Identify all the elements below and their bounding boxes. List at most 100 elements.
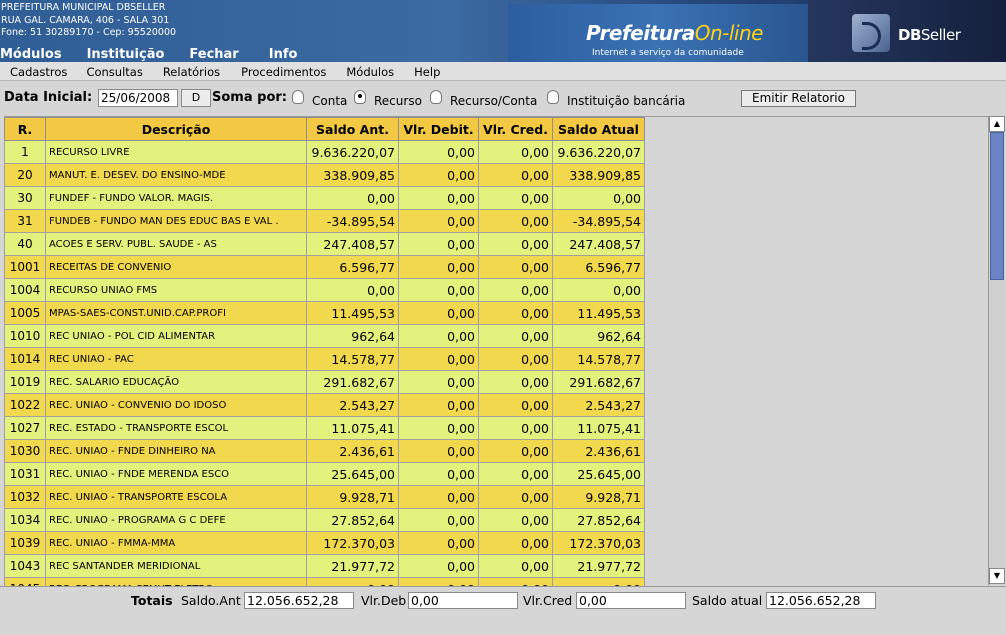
menu-procedimentos[interactable]: Procedimentos — [241, 62, 326, 80]
cell-saldo-atual: 9.928,71 — [552, 485, 645, 509]
cell-saldo-ant: 0,00 — [306, 577, 399, 586]
cell-saldo-ant: 0,00 — [306, 278, 399, 302]
menu-cadastros[interactable]: Cadastros — [10, 62, 67, 80]
emit-report-button[interactable]: Emitir Relatorio — [741, 90, 856, 107]
results-grid[interactable]: R. Descrição Saldo Ant. Vlr. Debit. Vlr.… — [4, 116, 988, 586]
table-row[interactable]: 40 ACOES E SERV. PUBL. SAUDE - AS 247.408,… — [4, 232, 645, 256]
radio-recurso-label: Recurso — [374, 94, 422, 108]
table-row[interactable]: 1032 REC. UNIAO - TRANSPORTE ESCOLA 9.928,… — [4, 485, 645, 509]
menu-help[interactable]: Help — [414, 62, 440, 80]
cell-vlr-cred: 0,00 — [478, 232, 553, 256]
table-row[interactable]: 1010 REC UNIAO - POL CID ALIMENTAR 962,64 0… — [4, 324, 645, 348]
cell-vlr-debit: 0,00 — [398, 370, 479, 394]
radio-instituicao-bancaria[interactable] — [547, 90, 559, 104]
vertical-scrollbar[interactable]: ▲ ▼ — [988, 116, 1005, 585]
cell-r: 1034 — [4, 508, 46, 532]
table-row[interactable]: 1019 REC. SALARIO EDUCAÇÃO 291.682,67 0,00 0… — [4, 370, 645, 394]
cell-vlr-cred: 0,00 — [478, 186, 553, 210]
date-input[interactable] — [98, 89, 178, 107]
header-menu-instituicao[interactable]: Instituição — [87, 47, 165, 62]
cell-vlr-debit: 0,00 — [398, 209, 479, 233]
table-row[interactable]: 1030 REC. UNIAO - FNDE DINHEIRO NA 2.436,6… — [4, 439, 645, 463]
prefeitura-online-logo: PrefeituraOn-line Internet a serviço da … — [508, 4, 808, 62]
cell-saldo-ant: 9.636.220,07 — [306, 140, 399, 164]
saldo-ant-label: Saldo.Ant — [181, 593, 241, 608]
cell-saldo-atual: 172.370,03 — [552, 531, 645, 555]
radio-conta[interactable] — [292, 90, 304, 104]
radio-recurso[interactable] — [354, 90, 366, 104]
table-row[interactable]: 1022 REC. UNIAO - CONVENIO DO IDOSO 2.543,… — [4, 393, 645, 417]
cell-saldo-atual: 27.852,64 — [552, 508, 645, 532]
table-row[interactable]: 1005 MPAS-SAES-CONST.UNID.CAP.PROFI 11.495… — [4, 301, 645, 325]
header-menu-fechar[interactable]: Fechar — [189, 47, 238, 62]
table-row[interactable]: 1045REC. PROGRAMA SEMUT ELETRO0,000,000,… — [4, 577, 645, 586]
table-row[interactable]: 30 FUNDEF - FUNDO VALOR. MAGIS. 0,00 0,00 0,… — [4, 186, 645, 210]
cell-saldo-ant: 291.682,67 — [306, 370, 399, 394]
col-vlr-cred[interactable]: Vlr. Cred. — [478, 117, 553, 141]
cell-r: 30 — [4, 186, 46, 210]
saldo-atual-total-field[interactable] — [766, 592, 876, 609]
col-r[interactable]: R. — [4, 117, 46, 141]
cell-vlr-debit: 0,00 — [398, 508, 479, 532]
table-row[interactable]: 1027 REC. ESTADO - TRANSPORTE ESCOL 11.075… — [4, 416, 645, 440]
vlr-cred-total-field[interactable] — [576, 592, 686, 609]
cell-r: 1043 — [4, 554, 46, 578]
date-picker-button[interactable]: D — [181, 89, 211, 107]
cell-descricao: REC SANTANDER MERIDIONAL — [45, 554, 307, 578]
table-row[interactable]: 1 RECURSO LIVRE 9.636.220,07 0,00 0,00 9.636.… — [4, 140, 645, 164]
vlr-deb-total-field[interactable] — [408, 592, 518, 609]
col-vlr-debit[interactable]: Vlr. Debit. — [398, 117, 479, 141]
cell-vlr-debit: 0,00 — [398, 255, 479, 279]
header-menu-info[interactable]: Info — [269, 47, 298, 62]
table-row[interactable]: 1031 REC. UNIAO - FNDE MERENDA ESCO 25.645… — [4, 462, 645, 486]
table-header-row: R. Descrição Saldo Ant. Vlr. Debit. Vlr.… — [4, 117, 645, 141]
cell-saldo-atual: 25.645,00 — [552, 462, 645, 486]
cell-vlr-debit: 0,00 — [398, 278, 479, 302]
cell-saldo-ant: 14.578,77 — [306, 347, 399, 371]
header-menu: Módulos Instituição Fechar Info — [0, 47, 297, 62]
cell-descricao: REC. ESTADO - TRANSPORTE ESCOL — [45, 416, 307, 440]
cell-vlr-debit: 0,00 — [398, 531, 479, 555]
org-name: PREFEITURA MUNICIPAL DBSELLER — [1, 2, 166, 13]
cell-saldo-ant: 962,64 — [306, 324, 399, 348]
cell-vlr-debit: 0,00 — [398, 232, 479, 256]
header-menu-modulos[interactable]: Módulos — [0, 47, 62, 62]
radio-recurso-conta-label: Recurso/Conta — [450, 94, 538, 108]
table-row[interactable]: 20 MANUT. E. DESEV. DO ENSINO-MDE 338.909,… — [4, 163, 645, 187]
cell-vlr-debit: 0,00 — [398, 186, 479, 210]
filter-bar: Data Inicial: D Soma por: Conta Recurso … — [0, 88, 1006, 112]
table-row[interactable]: 1043 REC SANTANDER MERIDIONAL 21.977,72 0,0… — [4, 554, 645, 578]
cell-vlr-cred: 0,00 — [478, 554, 553, 578]
table-row[interactable]: 31 FUNDEB - FUNDO MAN DES EDUC BAS E VAL … — [4, 209, 645, 233]
menu-relatorios[interactable]: Relatórios — [163, 62, 220, 80]
cell-vlr-debit: 0,00 — [398, 393, 479, 417]
col-saldo-atual[interactable]: Saldo Atual — [552, 117, 645, 141]
cell-vlr-debit: 0,00 — [398, 462, 479, 486]
menu-modulos[interactable]: Módulos — [346, 62, 394, 80]
scroll-down-arrow-icon[interactable]: ▼ — [989, 568, 1005, 584]
saldo-ant-total-field[interactable] — [244, 592, 354, 609]
cell-r: 1001 — [4, 255, 46, 279]
cell-saldo-ant: 338.909,85 — [306, 163, 399, 187]
cell-saldo-atual: 0,00 — [552, 278, 645, 302]
table-row[interactable]: 1034 REC. UNIAO - PROGRAMA G C DEFE 27.852… — [4, 508, 645, 532]
table-row[interactable]: 1039 REC. UNIAO - FMMA-MMA 172.370,03 0,00 0… — [4, 531, 645, 555]
cell-saldo-atual: 338.909,85 — [552, 163, 645, 187]
radio-recurso-conta[interactable] — [430, 90, 442, 104]
cell-vlr-cred: 0,00 — [478, 278, 553, 302]
cell-vlr-debit: 0,00 — [398, 301, 479, 325]
table-row[interactable]: 1001 RECEITAS DE CONVENIO 6.596,77 0,00 0,00… — [4, 255, 645, 279]
cell-saldo-atual: 11.075,41 — [552, 416, 645, 440]
org-address: RUA GAL. CAMARA, 406 - SALA 301 — [1, 14, 170, 26]
cell-vlr-cred: 0,00 — [478, 531, 553, 555]
cell-saldo-ant: -34.895,54 — [306, 209, 399, 233]
table-row[interactable]: 1014 REC UNIAO - PAC 14.578,77 0,00 0,00 14.5… — [4, 347, 645, 371]
cell-saldo-atual: 962,64 — [552, 324, 645, 348]
cell-vlr-cred: 0,00 — [478, 439, 553, 463]
scroll-up-arrow-icon[interactable]: ▲ — [989, 116, 1005, 132]
menu-consultas[interactable]: Consultas — [86, 62, 142, 80]
table-row[interactable]: 1004 RECURSO UNIAO FMS 0,00 0,00 0,00 0,00 — [4, 278, 645, 302]
scroll-thumb[interactable] — [990, 132, 1004, 280]
col-saldo-ant[interactable]: Saldo Ant. — [306, 117, 399, 141]
col-descricao[interactable]: Descrição — [45, 117, 307, 141]
